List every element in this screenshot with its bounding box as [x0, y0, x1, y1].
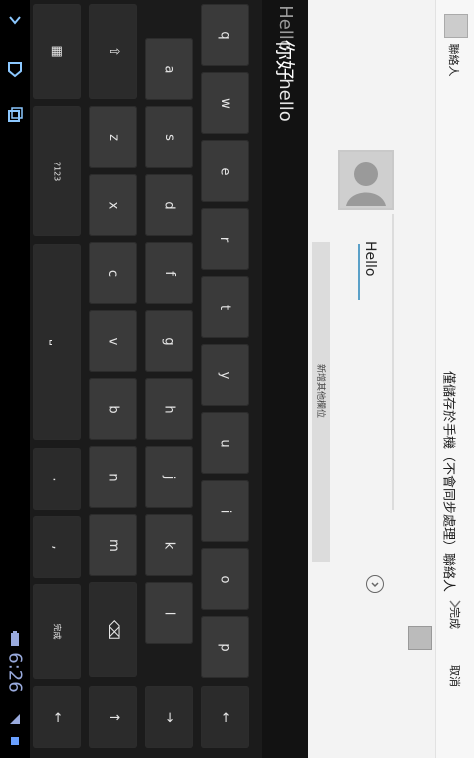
soft-keyboard: ▦ ?123 ⎵ . , 完成 ← ⇧ z x c v b n m ⌫ ↑ a …: [30, 0, 262, 758]
key-j[interactable]: j: [145, 446, 193, 508]
key-s[interactable]: s: [145, 106, 193, 168]
key-p[interactable]: p: [201, 616, 249, 678]
status-time: 6:26: [4, 652, 26, 693]
key-y[interactable]: y: [201, 344, 249, 406]
add-field-label: 新增其他欄位: [315, 363, 325, 418]
key-b[interactable]: b: [89, 378, 137, 440]
delete-key[interactable]: ⌫: [89, 582, 137, 677]
arrow-right-key[interactable]: →: [145, 686, 193, 748]
name-field-value: Hello: [362, 241, 378, 277]
period-key[interactable]: .: [33, 448, 81, 510]
candidate-suggestion[interactable]: hello: [271, 69, 299, 131]
contact-photo[interactable]: [338, 150, 394, 210]
key-l[interactable]: l: [145, 582, 193, 644]
arrow-up-key[interactable]: ↑: [89, 686, 137, 748]
back-icon[interactable]: [4, 10, 26, 32]
account-storage-note: 僅儲存於手機（不會同步處理）聯絡人: [440, 370, 456, 592]
key-n[interactable]: n: [89, 446, 137, 508]
key-x[interactable]: x: [89, 174, 137, 236]
key-i[interactable]: i: [201, 480, 249, 542]
account-avatar-icon: [408, 626, 432, 650]
key-e[interactable]: e: [201, 140, 249, 202]
contacts-title: 聯絡人: [447, 43, 460, 77]
key-c[interactable]: c: [89, 242, 137, 304]
expand-chevron-icon[interactable]: [366, 575, 384, 593]
key-u[interactable]: u: [201, 412, 249, 474]
candidate-strip: Hello 你好 hello: [262, 0, 308, 758]
key-f[interactable]: f: [145, 242, 193, 304]
arrow-left-key[interactable]: ←: [201, 686, 249, 748]
name-field-underline: [392, 214, 394, 510]
key-m[interactable]: m: [89, 514, 137, 576]
recent-apps-icon[interactable]: [4, 104, 26, 126]
key-r[interactable]: r: [201, 208, 249, 270]
contact-editor: 聯絡人 完成 取消 僅儲存於手機（不會同步處理）聯絡人 Hello 新增其他欄位: [308, 0, 474, 758]
key-t[interactable]: t: [201, 276, 249, 338]
mode-key[interactable]: ?123: [33, 106, 81, 236]
done-key[interactable]: 完成: [33, 584, 81, 679]
key-q[interactable]: q: [201, 4, 249, 66]
key-d[interactable]: d: [145, 174, 193, 236]
key-o[interactable]: o: [201, 548, 249, 610]
comma-key[interactable]: ,: [33, 516, 81, 578]
battery-icon: [4, 628, 26, 650]
key-a[interactable]: a: [145, 38, 193, 100]
add-field-button[interactable]: 新增其他欄位: [312, 242, 330, 562]
shift-key[interactable]: ⇧: [89, 4, 137, 99]
emoji-key[interactable]: ▦: [33, 4, 81, 99]
key-k[interactable]: k: [145, 514, 193, 576]
home-icon[interactable]: [4, 58, 26, 80]
name-field[interactable]: Hello: [358, 241, 384, 300]
key-z[interactable]: z: [89, 106, 137, 168]
space-key[interactable]: ⎵: [33, 244, 81, 440]
key-h[interactable]: h: [145, 378, 193, 440]
arrow-down-key[interactable]: ←: [33, 686, 81, 748]
key-g[interactable]: g: [145, 310, 193, 372]
cancel-button[interactable]: 取消: [447, 659, 463, 693]
contact-type-icon: [444, 14, 468, 38]
key-v[interactable]: v: [89, 310, 137, 372]
signal-icon: [4, 708, 26, 730]
system-navigation-bar: 6:26: [0, 0, 30, 758]
notification-icon: [4, 730, 26, 752]
key-w[interactable]: w: [201, 72, 249, 134]
